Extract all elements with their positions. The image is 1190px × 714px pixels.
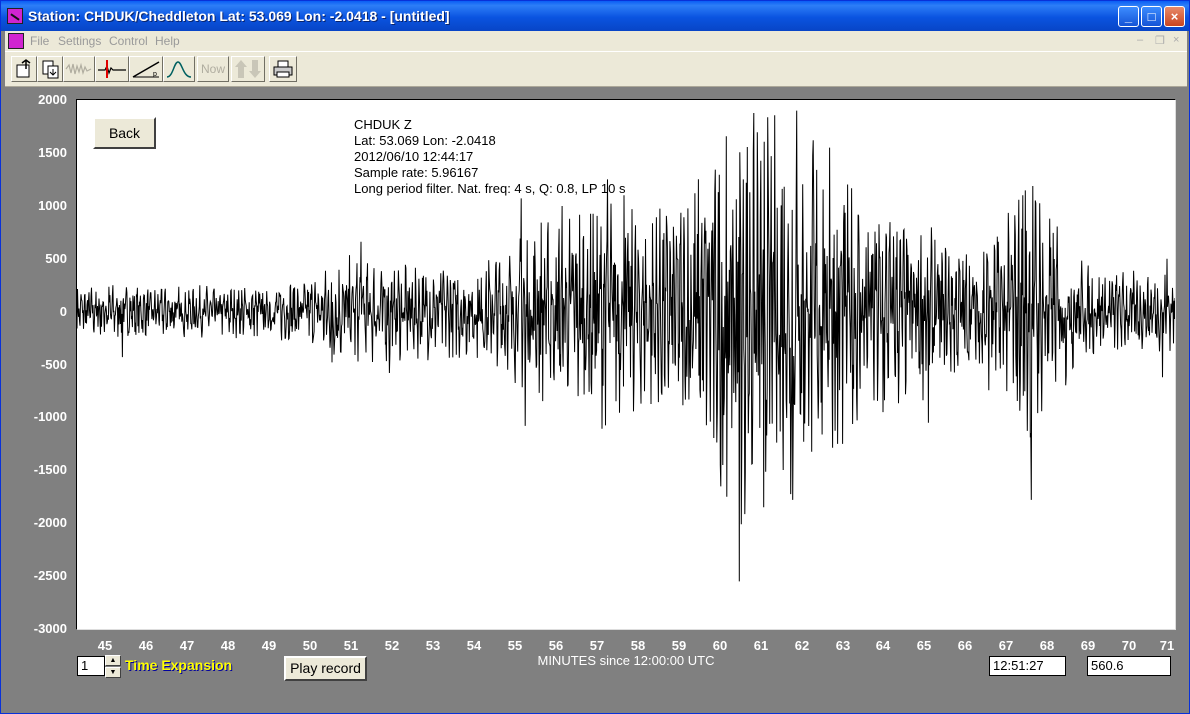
x-tick-label: 68 — [1039, 638, 1055, 653]
x-tick-label: 50 — [302, 638, 318, 653]
x-tick-label: 55 — [507, 638, 523, 653]
x-tick-label: 58 — [630, 638, 646, 653]
y-tick-label: 0 — [59, 304, 67, 319]
y-tick-label: -500 — [40, 357, 67, 372]
time-expansion-label: Time Expansion — [125, 657, 233, 673]
time-expansion-input[interactable]: 1 — [77, 656, 105, 676]
x-tick-label: 59 — [671, 638, 687, 653]
y-tick-label: -1000 — [33, 409, 67, 424]
y-tick-label: 2000 — [38, 92, 67, 107]
x-tick-label: 48 — [220, 638, 236, 653]
x-tick-label: 69 — [1080, 638, 1096, 653]
x-tick-label: 54 — [466, 638, 482, 653]
document-icon[interactable] — [8, 33, 24, 49]
x-tick-label: 61 — [753, 638, 769, 653]
app-icon[interactable] — [7, 8, 23, 24]
waveform-icon[interactable] — [63, 56, 95, 82]
y-tick-label: -1500 — [33, 462, 67, 477]
menu-control[interactable]: Control — [109, 34, 148, 48]
x-tick-label: 45 — [97, 638, 113, 653]
toolbar: p Now — [5, 51, 1187, 87]
filter-label: Long period filter. Nat. freq: 4 s, Q: 0… — [354, 181, 626, 196]
x-tick-label: 60 — [712, 638, 728, 653]
y-tick-label: -3000 — [33, 621, 67, 636]
x-tick-label: 71 — [1159, 638, 1175, 653]
window-title: Station: CHDUK/Cheddleton Lat: 53.069 Lo… — [28, 8, 450, 24]
y-tick-label: 1000 — [38, 198, 67, 213]
sample-rate-label: Sample rate: 5.96167 — [354, 165, 479, 180]
up-down-arrows-icon[interactable] — [231, 56, 265, 82]
minimize-button[interactable]: _ — [1118, 6, 1139, 27]
spin-down-icon[interactable]: ▼ — [105, 667, 121, 678]
app-window: Station: CHDUK/Cheddleton Lat: 53.069 Lo… — [0, 0, 1190, 714]
seismogram-canvas[interactable] — [77, 100, 1175, 629]
x-tick-label: 66 — [957, 638, 973, 653]
x-tick-label: 53 — [425, 638, 441, 653]
mdi-close-icon[interactable]: × — [1173, 34, 1179, 46]
x-tick-label: 70 — [1121, 638, 1137, 653]
title-bar[interactable]: Station: CHDUK/Cheddleton Lat: 53.069 Lo… — [1, 1, 1189, 31]
seismogram-plot[interactable] — [76, 99, 1176, 630]
x-tick-label: 67 — [998, 638, 1014, 653]
latlon-label: Lat: 53.069 Lon: -2.0418 — [354, 133, 496, 148]
time-readout: 12:51:27 — [989, 656, 1066, 676]
filter-curve-icon[interactable] — [163, 56, 195, 82]
pick-marker-icon[interactable] — [95, 56, 129, 82]
x-tick-label: 56 — [548, 638, 564, 653]
mdi-minimize-icon[interactable]: – — [1137, 34, 1143, 46]
x-tick-label: 46 — [138, 638, 154, 653]
datetime-label: 2012/06/10 12:44:17 — [354, 149, 474, 164]
open-file-icon[interactable] — [11, 56, 37, 82]
x-tick-label: 63 — [835, 638, 851, 653]
menu-settings[interactable]: Settings — [58, 34, 101, 48]
menu-bar: File Settings Control Help – ❐ × — [5, 31, 1187, 51]
x-tick-label: 65 — [916, 638, 932, 653]
x-tick-label: 62 — [794, 638, 810, 653]
x-tick-label: 49 — [261, 638, 277, 653]
close-button[interactable]: × — [1164, 6, 1185, 27]
value-readout: 560.6 — [1087, 656, 1171, 676]
y-tick-label: -2000 — [33, 515, 67, 530]
printer-icon[interactable] — [269, 56, 297, 82]
x-tick-label: 47 — [179, 638, 195, 653]
spin-up-icon[interactable]: ▲ — [105, 655, 121, 666]
menu-help[interactable]: Help — [155, 34, 180, 48]
now-button[interactable]: Now — [197, 56, 229, 82]
x-tick-label: 64 — [875, 638, 891, 653]
x-tick-label: 51 — [343, 638, 359, 653]
mdi-restore-icon[interactable]: ❐ — [1155, 34, 1165, 47]
back-button[interactable]: Back — [93, 117, 156, 149]
x-tick-label: 57 — [589, 638, 605, 653]
play-record-button[interactable]: Play record — [284, 656, 367, 681]
slope-icon[interactable]: p — [129, 56, 163, 82]
x-axis-label: MINUTES since 12:00:00 UTC — [537, 653, 715, 668]
y-tick-label: 1500 — [38, 145, 67, 160]
x-tick-label: 52 — [384, 638, 400, 653]
y-tick-label: 500 — [45, 251, 67, 266]
station-label: CHDUK Z — [354, 117, 412, 132]
maximize-button[interactable]: □ — [1141, 6, 1162, 27]
svg-text:p: p — [153, 71, 157, 78]
y-tick-label: -2500 — [33, 568, 67, 583]
seismogram-trace — [77, 110, 1175, 582]
save-file-icon[interactable] — [37, 56, 63, 82]
menu-file[interactable]: File — [30, 34, 49, 48]
